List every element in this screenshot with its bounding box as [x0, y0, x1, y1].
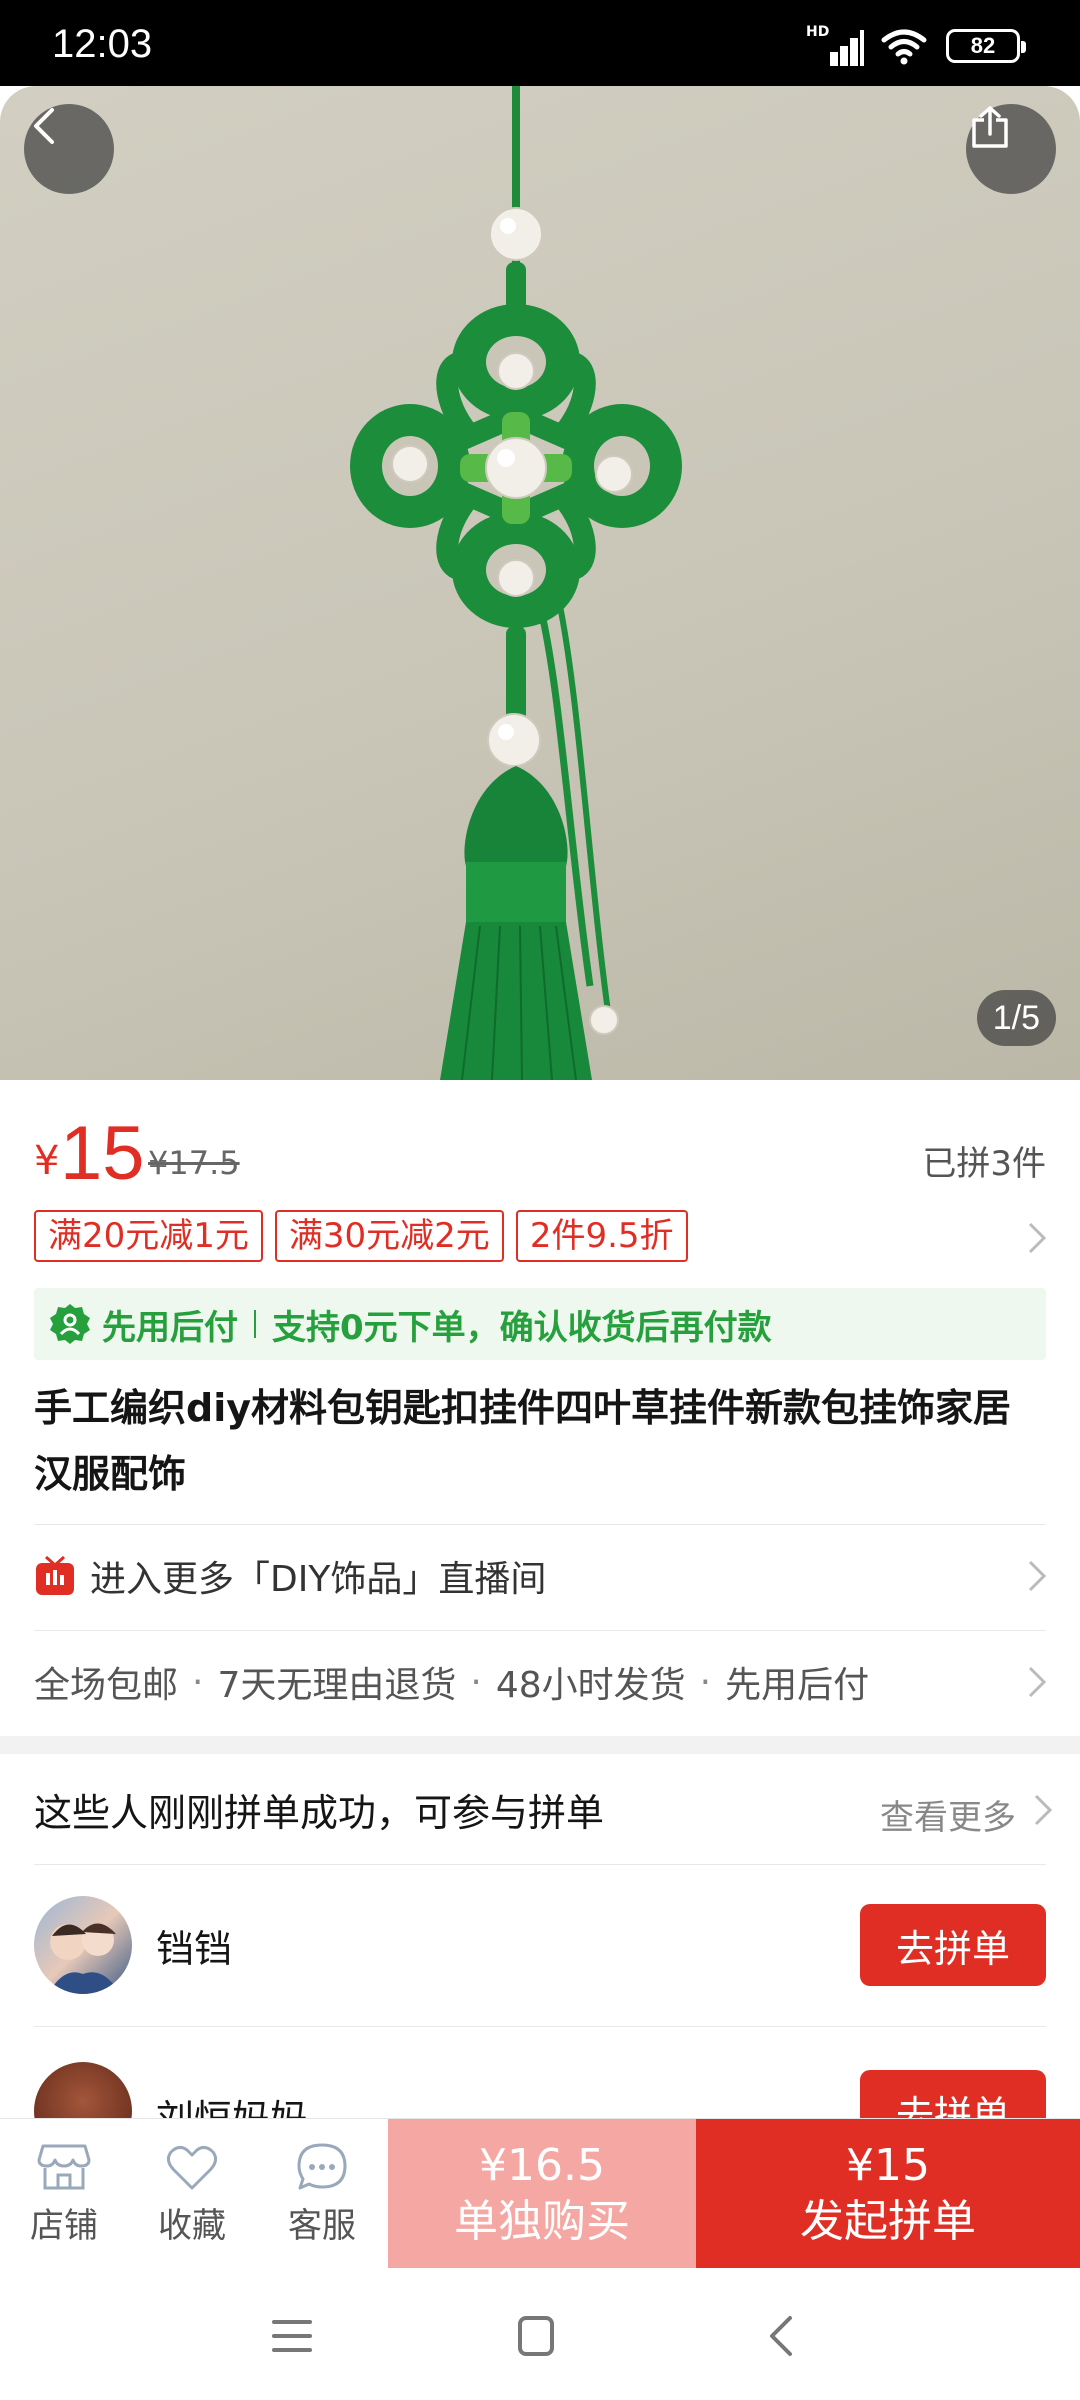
live-tv-icon	[36, 1555, 74, 1595]
join-group-button[interactable]: 去拼单	[860, 1904, 1046, 1986]
service-separator: ·	[192, 1661, 204, 1703]
chevron-right-icon[interactable]	[1016, 1218, 1056, 1258]
battery-icon: 82	[946, 29, 1026, 63]
avatar	[34, 2062, 132, 2118]
pay-later-label: 先用后付	[102, 1307, 238, 1348]
pay-later-badge-icon	[50, 1304, 90, 1344]
group-buy-title: 这些人刚刚拼单成功，可参与拼单	[34, 1790, 605, 1835]
group-buy-row: 刘恒妈妈 去拼单	[34, 2028, 1046, 2118]
service-separator: ·	[699, 1661, 712, 1703]
pay-later-banner[interactable]: 先用后付 支持0元下单，确认收货后再付款	[34, 1288, 1046, 1360]
service-item: 先用后付	[725, 1665, 870, 1706]
customer-service-label: 客服	[288, 2205, 356, 2246]
share-icon	[972, 106, 1008, 148]
menu-icon[interactable]	[262, 2306, 322, 2366]
currency-symbol: ¥	[34, 1138, 60, 1184]
battery-level: 82	[970, 33, 996, 58]
chat-icon	[297, 2143, 347, 2189]
live-room-text: 进入更多「DIY饰品」直播间	[90, 1559, 547, 1600]
store-label: 店铺	[30, 2205, 98, 2246]
status-icons: HD 82	[806, 24, 1026, 66]
coupon-list[interactable]: 满20元减1元 满30元减2元 2件9.5折	[34, 1210, 688, 1262]
avatar-photo	[48, 1923, 120, 1994]
join-group-button[interactable]: 去拼单	[860, 2070, 1046, 2118]
chevron-right-icon[interactable]	[1016, 1662, 1056, 1702]
coupon-tag[interactable]: 满20元减1元	[34, 1210, 263, 1262]
system-navigation-bar	[0, 2268, 1080, 2400]
home-icon[interactable]	[506, 2306, 566, 2366]
service-item: 48小时发货	[495, 1665, 686, 1706]
back-icon[interactable]	[752, 2306, 812, 2366]
bottom-action-bar: 店铺 收藏 客服 ¥16.5 单独购买 ¥15 发起拼单	[0, 2118, 1080, 2269]
service-item: 全场包邮	[34, 1665, 179, 1706]
product-image-carousel[interactable]: 1/5	[0, 86, 1080, 1080]
group-member-name: 刘恒妈妈	[156, 2088, 308, 2118]
network-type-label: HD	[806, 24, 830, 40]
back-arrow-icon	[34, 108, 54, 144]
buy-alone-label: 单独购买	[454, 2196, 630, 2247]
group-buy-price: ¥15	[846, 2140, 930, 2191]
store-tab[interactable]: 店铺	[4, 2119, 124, 2269]
image-page-indicator: 1/5	[976, 990, 1056, 1046]
favorite-label: 收藏	[158, 2205, 226, 2246]
back-button[interactable]	[24, 104, 114, 194]
coupon-tag[interactable]: 2件9.5折	[515, 1210, 688, 1262]
section-gap	[0, 1736, 1080, 1754]
buy-alone-button[interactable]: ¥16.5 单独购买	[388, 2119, 696, 2269]
pay-later-separator	[254, 1310, 256, 1338]
divider	[34, 1630, 1046, 1631]
favorite-tab[interactable]: 收藏	[132, 2119, 252, 2269]
current-price: 15	[60, 1111, 145, 1196]
price-row: ¥ 15 ¥17.5 已拼3件	[34, 1110, 1046, 1196]
chevron-right-icon[interactable]	[1022, 1790, 1062, 1830]
group-buy-header: 这些人刚刚拼单成功，可参与拼单 查看更多	[34, 1754, 1053, 1864]
status-bar: 12:03 HD 82	[0, 0, 1080, 86]
view-more-link[interactable]: 查看更多	[880, 1790, 1016, 1839]
group-member-name: 铛铛	[156, 1927, 233, 1971]
divider	[34, 1524, 1046, 1525]
service-guarantees[interactable]: 全场包邮 · 7天无理由退货 · 48小时发货 · 先用后付	[34, 1632, 1046, 1732]
product-photo	[350, 86, 682, 1080]
live-room-entry[interactable]: 进入更多「DIY饰品」直播间	[34, 1526, 1046, 1626]
wifi-icon	[881, 29, 927, 65]
group-buy-label: 发起拼单	[800, 2196, 976, 2247]
service-separator: ·	[470, 1661, 482, 1703]
signal-icon: HD	[806, 24, 864, 66]
share-button[interactable]	[966, 104, 1056, 194]
sold-count: 已拼3件	[922, 1144, 1046, 1184]
avatar	[34, 1896, 132, 1994]
customer-service-tab[interactable]: 客服	[262, 2119, 382, 2269]
product-title: 手工编织diy材料包钥匙扣挂件四叶草挂件新款包挂饰家居汉服配饰	[34, 1386, 1011, 1496]
pay-later-text: 支持0元下单，确认收货后再付款	[272, 1307, 772, 1348]
chevron-right-icon[interactable]	[1016, 1556, 1056, 1596]
service-item: 7天无理由退货	[217, 1665, 457, 1706]
store-icon	[37, 2144, 91, 2189]
buy-alone-price: ¥16.5	[479, 2140, 605, 2191]
coupon-tag[interactable]: 满30元减2元	[274, 1210, 504, 1262]
divider	[34, 1864, 1046, 1865]
status-time: 12:03	[52, 22, 153, 66]
group-buy-row: 铛铛 去拼单	[34, 1866, 1046, 2026]
original-price: ¥17.5	[148, 1144, 240, 1182]
divider	[34, 2026, 1046, 2027]
heart-icon	[166, 2145, 218, 2189]
start-group-buy-button[interactable]: ¥15 发起拼单	[696, 2119, 1080, 2269]
